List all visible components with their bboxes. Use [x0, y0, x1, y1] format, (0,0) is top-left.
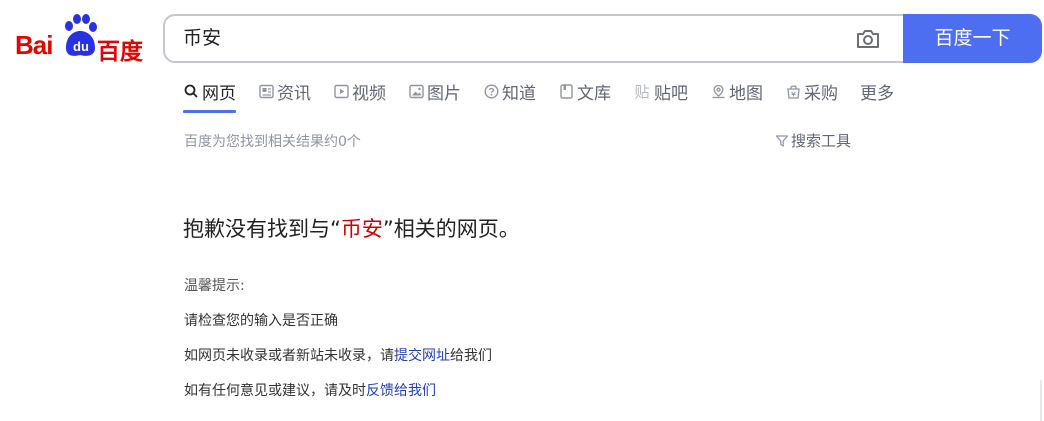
tab-web[interactable]: 网页	[183, 78, 236, 113]
image-icon	[408, 83, 424, 99]
tab-more[interactable]: 更多	[860, 78, 894, 104]
tab-tieba[interactable]: 贴 贴吧	[633, 78, 688, 104]
tab-label: 贴吧	[654, 83, 688, 104]
tab-purchase[interactable]: 采购	[785, 78, 838, 104]
tip-line-2: 如网页未收录或者新站未收录，请提交网址给我们	[184, 346, 492, 381]
search-icon	[183, 83, 199, 99]
search-box	[163, 14, 903, 63]
tip-line-3: 如有任何意见或建议，请及时反馈给我们	[184, 381, 492, 416]
tab-label: 图片	[427, 83, 461, 104]
no-result-keyword: 币安	[340, 217, 383, 241]
tab-label: 资讯	[277, 83, 311, 104]
tip-line-1: 请检查您的输入是否正确	[184, 313, 338, 329]
purchase-icon	[785, 83, 801, 99]
tab-map[interactable]: 地图	[710, 78, 763, 104]
no-result-message: 抱歉没有找到与“币安”相关的网页。	[183, 213, 520, 243]
tab-label: 采购	[804, 83, 838, 104]
tab-video[interactable]: 视频	[333, 78, 386, 104]
tieba-icon: 贴	[634, 82, 650, 101]
map-icon	[710, 83, 726, 99]
logo-text-baidu: 百度	[97, 38, 143, 64]
logo-text-bai: Bai	[15, 30, 53, 60]
tab-zhidao[interactable]: 知道	[483, 78, 536, 104]
tab-label: 视频	[352, 83, 386, 104]
camera-icon[interactable]	[855, 27, 881, 51]
search-button[interactable]: 百度一下	[903, 14, 1042, 63]
tab-wenku[interactable]: 文库	[558, 78, 611, 104]
tab-label: 更多	[860, 83, 894, 104]
result-count: 百度为您找到相关结果约0个	[184, 134, 361, 150]
search-tools-button[interactable]: 搜索工具	[775, 130, 851, 151]
tips-panel: 温馨提示: 请检查您的输入是否正确 如网页未收录或者新站未收录，请提交网址给我们…	[184, 276, 492, 416]
tip-line-3-prefix: 如有任何意见或建议，请及时	[184, 383, 366, 399]
tips-title: 温馨提示:	[184, 278, 245, 294]
search-tabs: 网页 资讯 视频 图片 知道 文库 贴 贴吧 地图 采购 更多	[183, 78, 894, 114]
logo-paw-text: du	[73, 39, 89, 54]
filter-icon	[775, 134, 789, 147]
news-icon	[258, 83, 274, 99]
tip-line-2-prefix: 如网页未收录或者新站未收录，请	[184, 348, 394, 364]
paw-icon: du	[65, 14, 97, 56]
no-result-prefix: 抱歉没有找到与“	[183, 217, 341, 241]
tab-images[interactable]: 图片	[408, 78, 461, 104]
tab-label: 地图	[729, 83, 763, 104]
search-tools-label: 搜索工具	[791, 132, 852, 150]
tab-label: 知道	[502, 83, 536, 104]
tab-label: 文库	[577, 83, 611, 104]
doc-icon	[558, 83, 574, 99]
submit-url-link[interactable]: 提交网址	[394, 348, 450, 364]
no-result-suffix: ”相关的网页。	[382, 217, 520, 241]
tab-label: 网页	[202, 83, 236, 104]
tab-news[interactable]: 资讯	[258, 78, 311, 104]
question-icon	[483, 83, 499, 99]
video-icon	[333, 83, 349, 99]
search-input[interactable]	[183, 16, 823, 61]
tip-line-2-suffix: 给我们	[450, 348, 492, 364]
feedback-link[interactable]: 反馈给我们	[366, 383, 436, 399]
scrollbar-edge	[1040, 380, 1042, 421]
baidu-logo[interactable]: Bai du 百度	[14, 14, 146, 64]
